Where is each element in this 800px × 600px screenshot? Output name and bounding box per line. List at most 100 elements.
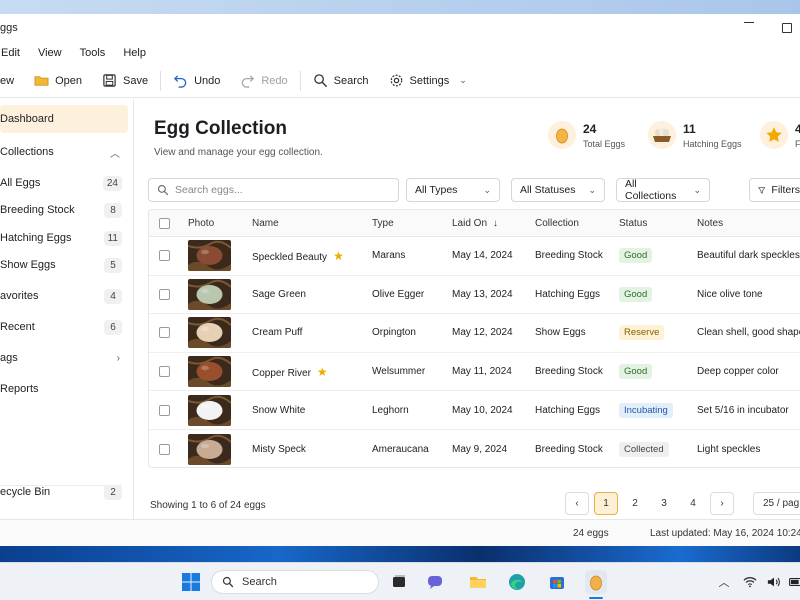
status-badge-text: Good <box>619 286 653 302</box>
menu-edit[interactable]: Edit <box>0 47 29 59</box>
select-all-checkbox[interactable] <box>159 217 170 229</box>
windows-start-icon[interactable] <box>181 572 201 592</box>
chevron-up-icon[interactable]: ︿ <box>110 145 120 160</box>
prev-page-button[interactable]: ‹ <box>565 492 589 515</box>
table-row[interactable]: Copper River ★ Welsummer May 11, 2024 Bre… <box>149 353 800 392</box>
egg-photo[interactable] <box>188 356 231 388</box>
egg-app-taskbar-icon[interactable] <box>585 570 607 594</box>
taskbar: Search ︿ <box>0 562 800 600</box>
search-button[interactable]: Search <box>303 67 379 95</box>
row-checkbox[interactable] <box>159 443 170 455</box>
row-checkbox[interactable] <box>159 366 170 378</box>
egg-photo[interactable] <box>188 394 231 426</box>
task-view-icon[interactable] <box>389 572 409 592</box>
per-page-select[interactable]: 25 / pag <box>753 492 800 515</box>
status-badge: Incubating <box>619 402 673 418</box>
sidebar-item-recent[interactable]: Recent 6 <box>0 312 134 342</box>
table-row[interactable]: Misty Speck Ameraucana May 9, 2024 Breed… <box>149 430 800 467</box>
star-icon <box>760 121 788 149</box>
egg-name[interactable]: Misty Speck <box>252 444 306 455</box>
column-header-notes[interactable]: Notes <box>697 218 723 229</box>
row-checkbox[interactable] <box>159 250 170 262</box>
table-row[interactable]: Cream Puff Orpington May 12, 2024 Show E… <box>149 314 800 353</box>
folder-icon <box>34 76 49 86</box>
settings-button[interactable]: Settings ⌄ <box>379 67 477 95</box>
wifi-icon[interactable] <box>740 572 760 592</box>
egg-notes: Nice olive tone <box>697 288 763 300</box>
egg-table: Photo Name Type Laid On ↓ Collection Sta… <box>148 209 800 468</box>
count-badge: 5 <box>104 257 122 273</box>
sidebar-item-favorites[interactable]: avorites 4 <box>0 281 134 311</box>
egg-photo[interactable] <box>188 240 231 272</box>
sidebar-item-hatching-eggs[interactable]: Hatching Eggs 11 <box>0 223 134 253</box>
active-app-indicator <box>589 597 603 599</box>
chevron-up-icon[interactable]: ︿ <box>714 572 734 592</box>
open-button[interactable]: Open <box>24 67 92 95</box>
page-button-4[interactable]: 4 <box>681 492 705 515</box>
page-button-1[interactable]: 1 <box>594 492 618 515</box>
next-page-button[interactable]: › <box>710 492 734 515</box>
sidebar-item-tags[interactable]: ags › <box>0 343 134 373</box>
sidebar-item-label: avorites <box>0 290 39 302</box>
page-button-3[interactable]: 3 <box>652 492 676 515</box>
teams-chat-icon[interactable] <box>426 572 446 592</box>
redo-button[interactable]: Redo <box>230 67 297 95</box>
egg-name[interactable]: Snow White <box>252 405 305 416</box>
egg-photo[interactable] <box>188 433 231 465</box>
page-button-2[interactable]: 2 <box>623 492 647 515</box>
egg-name[interactable]: Copper River ★ <box>252 365 328 379</box>
menu-view[interactable]: View <box>29 47 71 59</box>
menu-help[interactable]: Help <box>114 47 155 59</box>
maximize-icon[interactable] <box>782 23 792 33</box>
sidebar-item-show-eggs[interactable]: Show Eggs 5 <box>0 250 134 280</box>
new-button[interactable]: ew <box>0 67 24 95</box>
search-placeholder: Search eggs... <box>175 184 243 196</box>
table-row[interactable]: Sage Green Olive Egger May 13, 2024 Hatc… <box>149 276 800 315</box>
sidebar-item-dashboard[interactable]: Dashboard <box>0 105 128 133</box>
edge-browser-icon[interactable] <box>507 572 527 592</box>
column-header-laid-on[interactable]: Laid On ↓ <box>452 218 498 229</box>
search-icon <box>222 576 234 588</box>
table-row[interactable]: Snow White Leghorn May 10, 2024 Hatching… <box>149 391 800 430</box>
column-header-status[interactable]: Status <box>619 218 647 229</box>
status-badge: Good <box>619 364 653 380</box>
file-explorer-icon[interactable] <box>468 572 488 592</box>
column-header-label: Laid On <box>452 217 488 229</box>
collection-filter-value: All Collections <box>625 178 677 202</box>
undo-button[interactable]: Undo <box>163 67 230 95</box>
battery-icon[interactable] <box>786 572 800 592</box>
egg-laid-date: May 14, 2024 <box>452 250 513 262</box>
minimize-icon[interactable] <box>744 22 754 23</box>
filters-button[interactable]: Filters <box>749 178 800 202</box>
volume-icon[interactable] <box>764 572 784 592</box>
column-header-name[interactable]: Name <box>252 218 279 229</box>
column-header-collection[interactable]: Collection <box>535 218 579 229</box>
sidebar-item-all-eggs[interactable]: All Eggs 24 <box>0 168 134 198</box>
collection-filter-select[interactable]: All Collections ⌄ <box>616 178 710 202</box>
type-filter-select[interactable]: All Types ⌄ <box>406 178 500 202</box>
sidebar-item-collections[interactable]: Collections ︿ <box>0 137 134 167</box>
save-button[interactable]: Save <box>92 67 158 95</box>
status-filter-select[interactable]: All Statuses ⌄ <box>511 178 605 202</box>
egg-name[interactable]: Speckled Beauty ★ <box>252 249 344 263</box>
egg-photo[interactable] <box>188 317 231 349</box>
row-checkbox[interactable] <box>159 327 170 339</box>
egg-name[interactable]: Cream Puff <box>252 327 302 338</box>
column-header-type[interactable]: Type <box>372 218 394 229</box>
microsoft-store-icon[interactable] <box>547 572 567 592</box>
egg-photo[interactable] <box>188 278 231 310</box>
row-checkbox[interactable] <box>159 404 170 416</box>
egg-name[interactable]: Sage Green <box>252 289 306 300</box>
favorite-star-icon[interactable]: ★ <box>333 249 344 263</box>
favorite-star-icon[interactable]: ★ <box>317 365 328 379</box>
sidebar-item-recycle-bin[interactable]: ecycle Bin 2 <box>0 477 134 507</box>
stat-total-eggs: 24 Total Eggs <box>548 121 625 149</box>
table-row[interactable]: Speckled Beauty ★ Marans May 14, 2024 Bre… <box>149 237 800 276</box>
search-input[interactable]: Search eggs... <box>148 178 399 202</box>
taskbar-search[interactable]: Search <box>211 570 379 594</box>
sidebar-item-reports[interactable]: Reports <box>0 374 134 404</box>
row-checkbox[interactable] <box>159 288 170 300</box>
sidebar-item-label: Hatching Eggs <box>0 232 72 244</box>
menu-tools[interactable]: Tools <box>71 47 115 59</box>
sidebar-item-breeding-stock[interactable]: Breeding Stock 8 <box>0 195 134 225</box>
